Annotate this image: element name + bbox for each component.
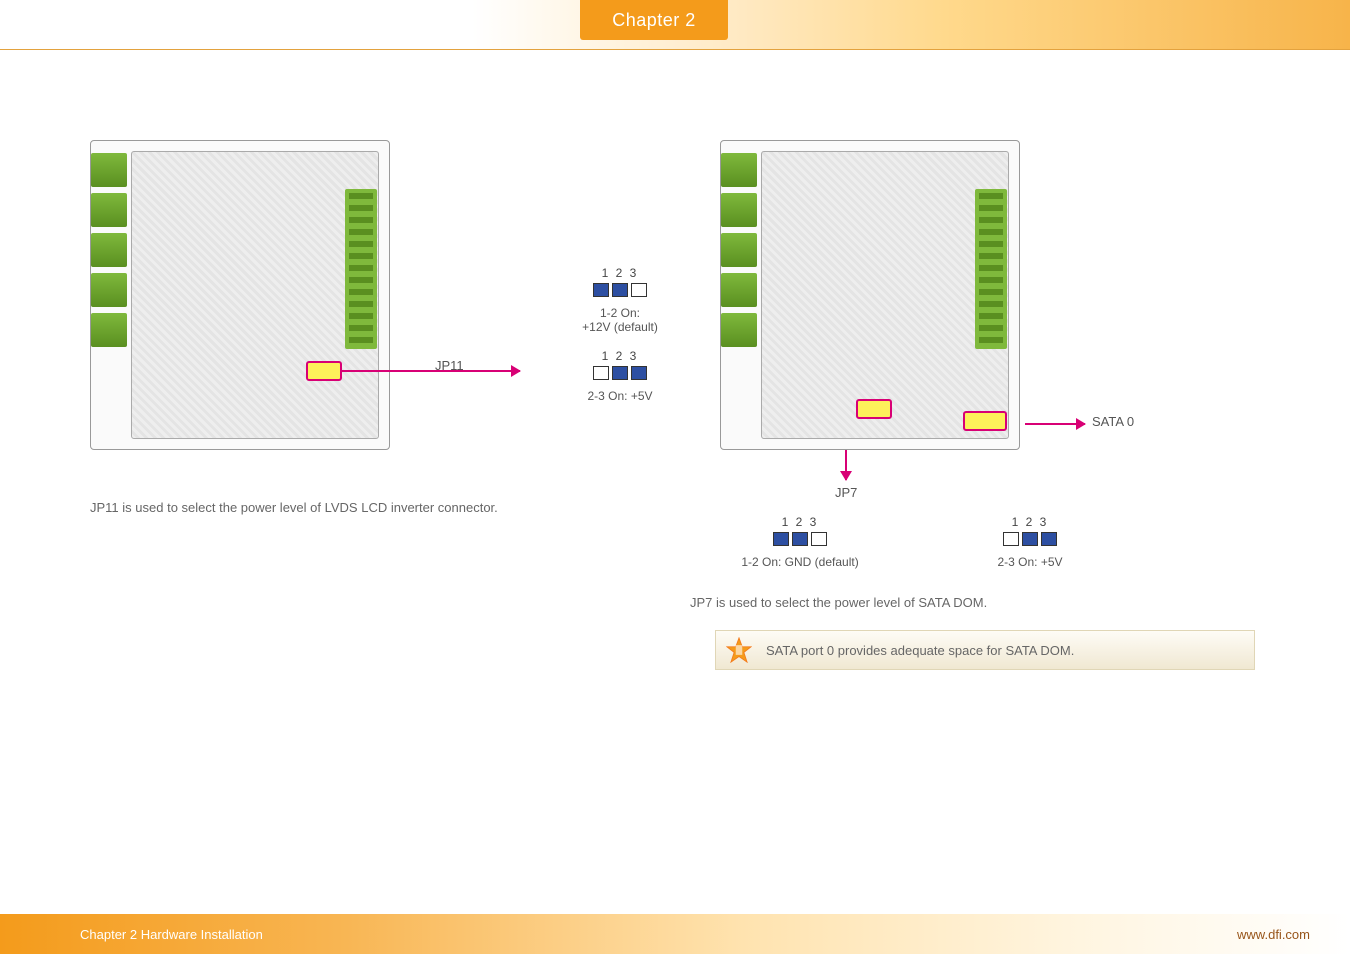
jumper-jp11-2-3: 1 2 3 2-3 On: +5V — [540, 349, 700, 403]
left-column: JP11 1 2 3 1-2 On: +12V (default) 1 2 3 — [90, 140, 690, 450]
callout-arrow-sata0 — [1025, 423, 1085, 425]
pin-3 — [631, 366, 647, 380]
edge-slot — [91, 233, 127, 267]
edge-slot — [721, 273, 757, 307]
pin-row — [593, 283, 647, 297]
pin-row — [593, 366, 647, 380]
jumper-jp7-2-3: 1 2 3 2-3 On: +5V — [950, 515, 1110, 569]
board-diagram-right — [720, 140, 1020, 450]
jumper-label: 1-2 On: +12V (default) — [540, 306, 700, 335]
jp11-description: JP11 is used to select the power level o… — [90, 500, 498, 515]
pin-3 — [1041, 532, 1057, 546]
pin-numbers: 1 2 3 — [950, 515, 1110, 529]
pin-row — [773, 532, 827, 546]
jumper-label: 2-3 On: +5V — [540, 389, 700, 403]
jumper-diagrams-jp7: 1 2 3 1-2 On: GND (default) 1 2 3 2-3 On… — [720, 515, 1110, 569]
footer-chapter-title: Chapter 2 Hardware Installation — [80, 927, 263, 942]
pin-row — [1003, 532, 1057, 546]
jumper-diagrams-jp11: 1 2 3 1-2 On: +12V (default) 1 2 3 2-3 O… — [540, 260, 700, 417]
note-icon — [726, 637, 752, 663]
edge-slot — [91, 153, 127, 187]
edge-slot — [721, 313, 757, 347]
jumper-jp7-1-2: 1 2 3 1-2 On: GND (default) — [720, 515, 880, 569]
page-content: JP11 1 2 3 1-2 On: +12V (default) 1 2 3 — [0, 50, 1350, 914]
pin-1 — [1003, 532, 1019, 546]
pin-2 — [612, 283, 628, 297]
edge-slot — [721, 233, 757, 267]
pin-2 — [792, 532, 808, 546]
note-text: SATA port 0 provides adequate space for … — [766, 643, 1074, 658]
dimm-slot — [975, 189, 1007, 349]
callout-label-jp11: JP11 — [435, 358, 464, 373]
edge-slot — [91, 273, 127, 307]
callout-label-jp7: JP7 — [835, 485, 857, 500]
chapter-tab: Chapter 2 — [580, 0, 728, 40]
page-footer: Chapter 2 Hardware Installation www.dfi.… — [0, 914, 1350, 954]
pin-numbers: 1 2 3 — [540, 266, 700, 280]
footer-url: www.dfi.com — [1237, 927, 1310, 942]
edge-connectors — [721, 153, 757, 437]
pin-3 — [631, 283, 647, 297]
jp7-description: JP7 is used to select the power level of… — [690, 595, 987, 610]
pin-2 — [1022, 532, 1038, 546]
note-callout: SATA port 0 provides adequate space for … — [715, 630, 1255, 670]
dimm-slot — [345, 189, 377, 349]
jp11-location-highlight — [306, 361, 342, 381]
pin-numbers: 1 2 3 — [720, 515, 880, 529]
callout-arrow-jp11 — [340, 370, 520, 372]
motherboard-illustration — [720, 140, 1020, 450]
pin-3 — [811, 532, 827, 546]
motherboard-illustration — [90, 140, 390, 450]
pin-2 — [612, 366, 628, 380]
edge-slot — [721, 193, 757, 227]
edge-slot — [91, 313, 127, 347]
jp7-location-highlight — [856, 399, 892, 419]
pin-1 — [773, 532, 789, 546]
jumper-label: 2-3 On: +5V — [950, 555, 1110, 569]
pin-1 — [593, 366, 609, 380]
edge-connectors — [91, 153, 127, 437]
right-column: SATA 0 JP7 1 2 3 1-2 On: GND (default) 1… — [690, 140, 1290, 450]
pin-numbers: 1 2 3 — [540, 349, 700, 363]
edge-slot — [91, 193, 127, 227]
jumper-label: 1-2 On: GND (default) — [720, 555, 880, 569]
sata0-location-highlight — [963, 411, 1007, 431]
edge-slot — [721, 153, 757, 187]
pin-1 — [593, 283, 609, 297]
callout-label-sata0: SATA 0 — [1092, 414, 1134, 429]
board-diagram-left — [90, 140, 390, 450]
jumper-jp11-1-2: 1 2 3 1-2 On: +12V (default) — [540, 266, 700, 335]
callout-arrow-jp7 — [845, 450, 847, 480]
